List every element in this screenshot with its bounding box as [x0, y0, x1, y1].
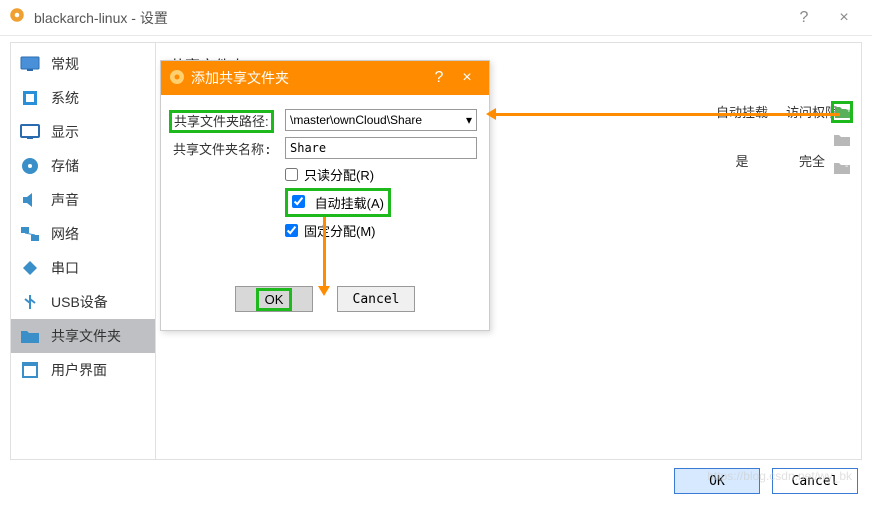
sidebar-item-network[interactable]: 网络 — [11, 217, 155, 251]
annotation-arrow — [490, 113, 840, 116]
sidebar-item-shared-folders[interactable]: 共享文件夹 — [11, 319, 155, 353]
dialog-close-button[interactable]: × — [453, 69, 481, 87]
sidebar-item-system[interactable]: 系统 — [11, 81, 155, 115]
svg-text:-: - — [845, 161, 848, 172]
name-label: 共享文件夹名称: — [173, 139, 285, 158]
readonly-checkbox[interactable]: 只读分配(R) — [285, 165, 477, 184]
gear-icon — [8, 6, 26, 29]
sidebar-item-storage[interactable]: 存储 — [11, 149, 155, 183]
serial-icon — [19, 257, 41, 279]
sidebar-item-general[interactable]: 常规 — [11, 47, 155, 81]
name-input[interactable] — [285, 137, 477, 159]
ui-icon — [19, 359, 41, 381]
window-title: blackarch-linux - 设置 — [34, 8, 784, 28]
remove-folder-button[interactable]: - — [831, 157, 853, 179]
disk-icon — [19, 155, 41, 177]
sidebar-item-usb[interactable]: USB设备 — [11, 285, 155, 319]
dialog-help-button[interactable]: ? — [425, 69, 453, 87]
help-button[interactable]: ? — [784, 9, 824, 27]
chevron-down-icon: ▾ — [466, 113, 472, 127]
watermark: https://blog.csdn.net/wy_bk — [707, 469, 852, 483]
sidebar: 常规 系统 显示 存储 声音 网络 串口 USB设备 共享文件夹 用户界面 — [11, 43, 156, 459]
sidebar-item-display[interactable]: 显示 — [11, 115, 155, 149]
sidebar-item-audio[interactable]: 声音 — [11, 183, 155, 217]
speaker-icon — [19, 189, 41, 211]
edit-folder-button[interactable] — [831, 129, 853, 151]
monitor-icon — [19, 53, 41, 75]
folder-icon — [19, 325, 41, 347]
network-icon — [19, 223, 41, 245]
permanent-checkbox[interactable]: 固定分配(M) — [285, 221, 477, 240]
gear-icon — [169, 69, 185, 88]
dialog-title: 添加共享文件夹 — [191, 68, 425, 88]
dialog-ok-button[interactable]: OK — [235, 286, 313, 312]
path-label: 共享文件夹路径: — [169, 110, 274, 133]
chip-icon — [19, 87, 41, 109]
close-button[interactable]: × — [824, 9, 864, 27]
add-folder-button[interactable]: + — [831, 101, 853, 123]
dialog-cancel-button[interactable]: Cancel — [337, 286, 415, 312]
sidebar-item-serial[interactable]: 串口 — [11, 251, 155, 285]
automount-checkbox[interactable]: 自动挂载(A) — [285, 188, 391, 217]
sidebar-item-interface[interactable]: 用户界面 — [11, 353, 155, 387]
annotation-arrow — [323, 217, 326, 292]
path-select[interactable]: \master\ownCloud\Share ▾ — [285, 109, 477, 131]
usb-icon — [19, 291, 41, 313]
display-icon — [19, 121, 41, 143]
svg-text:+: + — [846, 105, 850, 116]
